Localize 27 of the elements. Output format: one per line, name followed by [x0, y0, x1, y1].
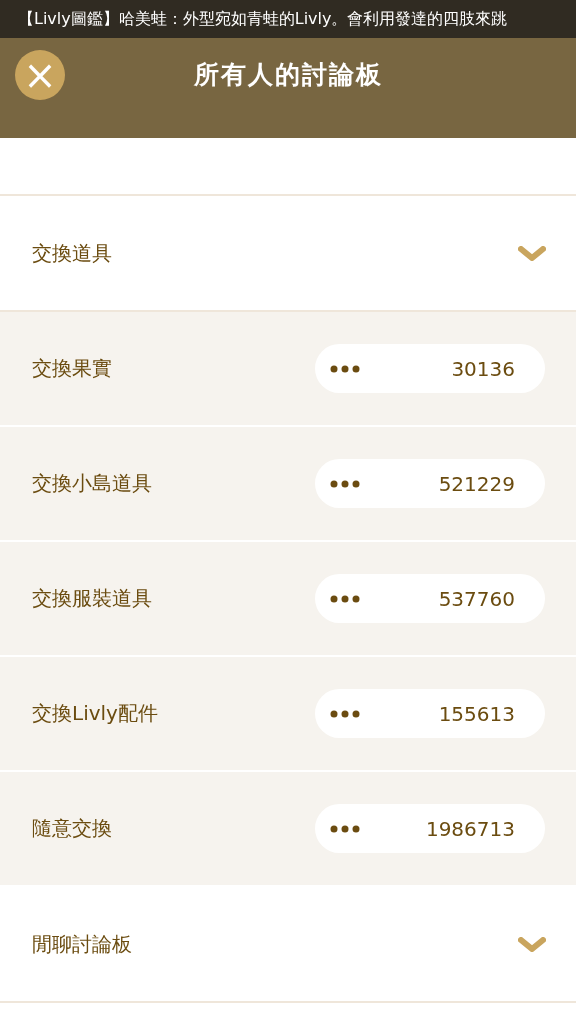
board-label: 交換果實 — [32, 355, 112, 382]
chevron-down-icon — [518, 936, 546, 952]
ticker-text: 【Livly圖鑑】哈美蛙：外型宛如青蛙的Livly。會利用發達的四肢來跳 — [18, 8, 508, 30]
board-row[interactable]: 交換服裝道具 537760 — [0, 542, 576, 657]
chevron-down-icon — [518, 245, 546, 261]
category-label: 交換道具 — [32, 239, 112, 267]
dots-icon — [330, 593, 360, 604]
dots-icon — [330, 363, 360, 374]
post-count: 155613 — [438, 701, 515, 726]
dots-icon — [330, 478, 360, 489]
page-title: 所有人的討論板 — [192, 59, 384, 91]
post-count: 521229 — [438, 471, 515, 496]
board-row[interactable]: 隨意交換 1986713 — [0, 772, 576, 887]
board-row[interactable]: 交換小島道具 521229 — [0, 427, 576, 542]
board-row[interactable]: 交換果實 30136 — [0, 312, 576, 427]
category-row[interactable]: 交換道具 — [0, 194, 576, 312]
dots-icon — [330, 823, 360, 834]
post-count: 1986713 — [425, 816, 515, 841]
dots-icon — [330, 708, 360, 719]
board-label: 交換小島道具 — [32, 470, 152, 497]
post-count: 537760 — [438, 586, 515, 611]
post-count: 30136 — [451, 356, 515, 381]
board-label: 隨意交換 — [32, 815, 112, 842]
board-label: 交換服裝道具 — [32, 585, 152, 612]
board-row[interactable]: 交換Livly配件 155613 — [0, 657, 576, 772]
category-label: 閒聊討論板 — [32, 930, 132, 958]
board-label: 交換Livly配件 — [32, 700, 158, 727]
